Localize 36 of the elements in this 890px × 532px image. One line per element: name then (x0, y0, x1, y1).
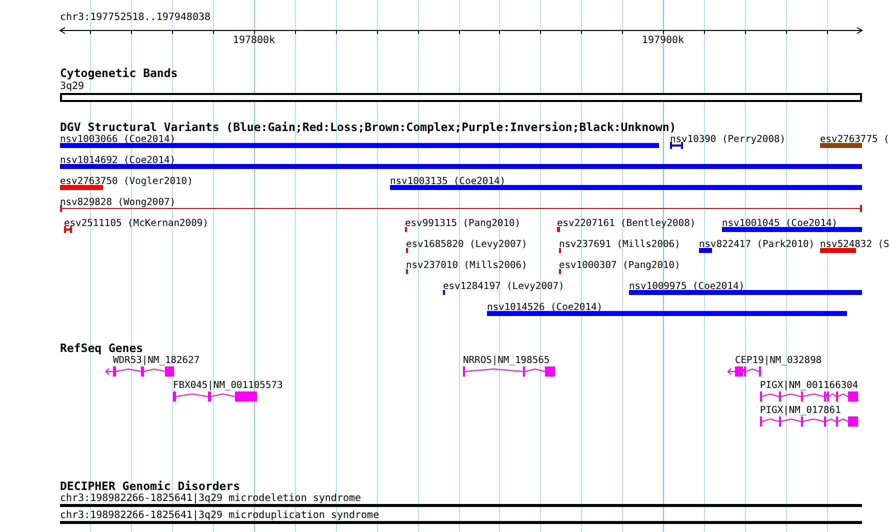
feature-label: nsv822417 (Park2010) (699, 239, 815, 250)
track-title: DGV Structural Variants (Blue:Gain;Red:Loss;Brown:Complex;Purple:Inversion;Black:Unknown) (60, 120, 676, 134)
tick-label: 197800k (232, 35, 276, 47)
location-label: chr3:197752518..197948038 (60, 12, 211, 24)
feature-label: esv2763775 ( (820, 134, 890, 145)
feature-label: nsv237691 (Mills2006) (559, 239, 680, 250)
feature-label: nsv1001045 (Coe2014) (722, 218, 838, 229)
feature-label: esv2511105 (McKernan2009) (64, 218, 208, 229)
track-title: RefSeq Genes (60, 341, 144, 355)
feature-label: esv1685820 (Levy2007) (406, 239, 528, 250)
band-label: 3q29 (60, 81, 84, 92)
gene-label: PIGX|NM_001166304 (760, 380, 858, 391)
feature-label: nsv1014692 (Coe2014) (60, 155, 176, 166)
feature-label: esv1000307 (Pang2010) (559, 260, 680, 271)
gene-label: PIGX|NM_017861 (760, 405, 841, 416)
disorder-label: chr3:198982266-1825641|3q29 microduplication syndrome (60, 510, 380, 521)
feature-label: nsv1003135 (Coe2014) (390, 176, 506, 187)
feature-label: esv1284197 (Levy2007) (443, 281, 564, 292)
track-title: DECIPHER Genomic Disorders (60, 479, 240, 493)
feature-label: esv991315 (Pang2010) (405, 218, 521, 229)
tick-label: 197900k (642, 35, 684, 47)
track-title: Cytogenetic Bands (60, 66, 178, 80)
feature-label: esv2763750 (Vogler2010) (60, 176, 193, 187)
feature-label: nsv524832 (S (820, 239, 890, 250)
disorder-label: chr3:198982266-1825641|3q29 microdeletion syndrome (60, 493, 362, 504)
feature-label: nsv1009975 (Coe2014) (629, 281, 745, 292)
feature-label: nsv1014526 (Coe2014) (487, 302, 603, 313)
feature-label: nsv829828 (Wong2007) (60, 197, 176, 208)
gene-label: WDR53|NM_182627 (113, 355, 200, 366)
gene-label: NRROS|NM_198565 (463, 355, 550, 366)
gene-label: CEP19|NM_032898 (735, 355, 822, 366)
feature-label: esv2207161 (Bentley2008) (557, 218, 696, 229)
feature-label: nsv237010 (Mills2006) (406, 260, 528, 271)
feature-label: nsv10390 (Perry2008) (670, 134, 786, 145)
gene-label: FBX045|NM_001105573 (173, 380, 283, 391)
feature-label: nsv1003066 (Coe2014) (60, 134, 176, 145)
